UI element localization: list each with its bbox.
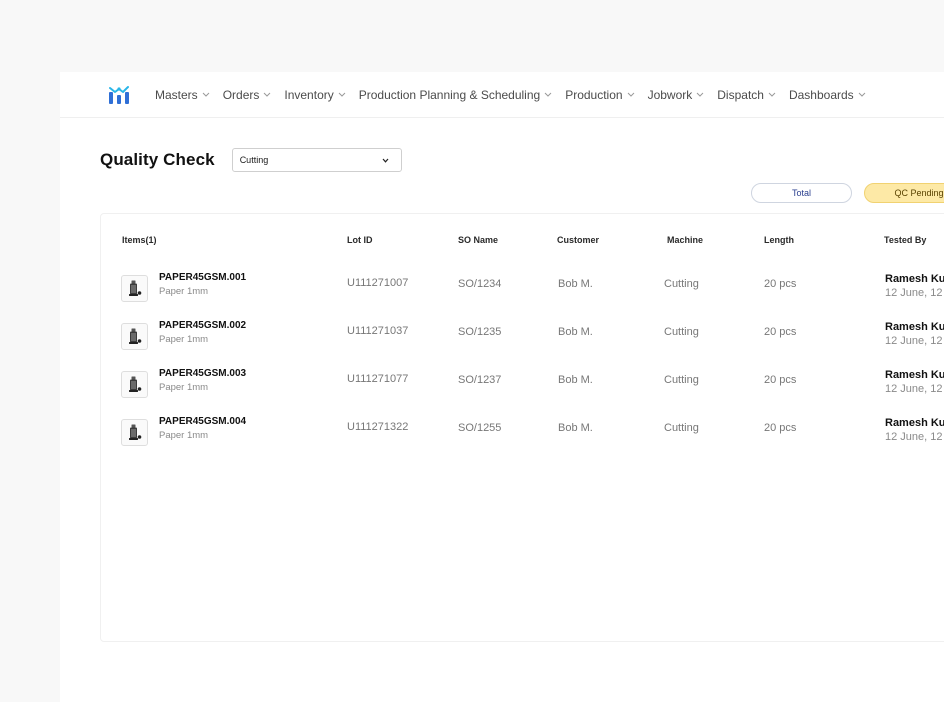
tested-by-date: 12 June, 12	[885, 383, 943, 395]
item-description: Paper 1mm	[159, 430, 209, 441]
item-description: Paper 1mm	[159, 334, 209, 345]
item-code[interactable]: PAPER45GSM.003	[159, 368, 246, 379]
chevron-down-icon	[202, 92, 210, 97]
item-code[interactable]: PAPER45GSM.002	[159, 320, 246, 331]
chevron-down-icon	[338, 92, 346, 97]
tested-by-name: Ramesh Ku	[885, 321, 944, 333]
col-header-machine[interactable]: Machine	[667, 235, 703, 245]
chevron-down-icon	[544, 92, 552, 97]
nav-dispatch[interactable]: Dispatch	[717, 88, 776, 102]
nav-production-label: Production	[565, 87, 623, 102]
machine-cell: Cutting	[664, 326, 699, 338]
nav-dashboards-label: Dashboards	[788, 87, 854, 102]
so-name-cell: SO/1235	[458, 326, 502, 338]
chevron-down-icon	[696, 92, 704, 97]
item-description: Paper 1mm	[159, 382, 209, 393]
nav-dashboards[interactable]: Dashboards	[789, 88, 866, 102]
so-name-cell: SO/1237	[458, 374, 502, 386]
tested-by-date: 12 June, 12	[885, 335, 943, 347]
nav-dispatch-label: Dispatch	[717, 87, 764, 102]
tested-by-name: Ramesh Ku	[885, 273, 944, 285]
tested-by-date: 12 June, 12	[885, 431, 943, 443]
nav-masters[interactable]: Masters	[155, 88, 210, 102]
col-header-length[interactable]: Length	[764, 235, 794, 245]
page-title: Quality Check	[100, 150, 215, 169]
col-header-lot-id[interactable]: Lot ID	[347, 235, 373, 245]
brand-logo-icon[interactable]	[108, 84, 130, 106]
col-header-so-name[interactable]: SO Name	[458, 235, 498, 245]
lot-id-cell: U111271077	[347, 373, 409, 385]
bobbin-icon	[121, 419, 148, 446]
customer-cell: Bob M.	[558, 422, 593, 434]
length-cell: 20 pcs	[764, 374, 797, 386]
chevron-down-icon	[627, 92, 635, 97]
lot-id-cell: U111271322	[347, 421, 409, 433]
chevron-down-icon	[858, 92, 866, 97]
filter-qc-pending-label: QC Pending	[894, 188, 944, 198]
customer-cell: Bob M.	[558, 374, 593, 386]
so-name-cell: SO/1255	[458, 422, 502, 434]
chevron-down-icon	[263, 92, 271, 97]
nav-orders[interactable]: Orders	[223, 88, 272, 102]
nav-orders-label: Orders	[222, 87, 260, 102]
qc-table: Items(1) Lot ID SO Name Customer Machine…	[100, 213, 944, 642]
bobbin-icon	[121, 371, 148, 398]
filter-total-button[interactable]: Total	[751, 183, 852, 203]
chevron-down-icon	[768, 92, 776, 97]
table-row[interactable]: PAPER45GSM.002 Paper 1mm U111271037 SO/1…	[101, 319, 944, 359]
item-code[interactable]: PAPER45GSM.004	[159, 416, 246, 427]
stage-select-value: Cutting	[239, 155, 269, 165]
lot-id-cell: U111271007	[347, 277, 409, 289]
filter-total-label: Total	[791, 188, 811, 198]
table-row[interactable]: PAPER45GSM.003 Paper 1mm U111271077 SO/1…	[101, 367, 944, 407]
tested-by-name: Ramesh Ku	[885, 369, 944, 381]
length-cell: 20 pcs	[764, 326, 797, 338]
stage-select[interactable]: Cutting	[231, 148, 402, 172]
nav-production[interactable]: Production	[565, 88, 634, 102]
nav-masters-label: Masters	[155, 87, 198, 102]
nav-production-planning-label: Production Planning & Scheduling	[358, 87, 541, 102]
length-cell: 20 pcs	[764, 278, 797, 290]
customer-cell: Bob M.	[558, 326, 593, 338]
item-code[interactable]: PAPER45GSM.001	[159, 272, 246, 283]
bobbin-icon	[121, 323, 148, 350]
app-window: Masters Orders Inventory Production Plan…	[60, 72, 944, 702]
lot-id-cell: U111271037	[347, 325, 409, 337]
tested-by-name: Ramesh Ku	[885, 417, 944, 429]
machine-cell: Cutting	[664, 374, 699, 386]
nav-jobwork-label: Jobwork	[647, 87, 693, 102]
machine-cell: Cutting	[664, 422, 699, 434]
filter-qc-pending-button[interactable]: QC Pending	[864, 183, 944, 203]
col-header-tested-by[interactable]: Tested By	[884, 235, 926, 245]
table-row[interactable]: PAPER45GSM.004 Paper 1mm U111271322 SO/1…	[101, 415, 944, 455]
customer-cell: Bob M.	[558, 278, 593, 290]
so-name-cell: SO/1234	[458, 278, 502, 290]
page-header: Quality Check Cutting	[100, 148, 402, 172]
nav-inventory[interactable]: Inventory	[284, 87, 346, 102]
length-cell: 20 pcs	[764, 422, 797, 434]
nav-jobwork[interactable]: Jobwork	[648, 88, 705, 102]
col-header-customer[interactable]: Customer	[557, 235, 599, 245]
bobbin-icon	[121, 275, 148, 302]
top-navbar: Masters Orders Inventory Production Plan…	[60, 72, 944, 118]
col-header-items[interactable]: Items(1)	[122, 235, 157, 245]
table-row[interactable]: PAPER45GSM.001 Paper 1mm U111271007 SO/1…	[101, 271, 944, 311]
tested-by-date: 12 June, 12	[885, 287, 943, 299]
chevron-down-icon	[382, 155, 389, 165]
nav-production-planning[interactable]: Production Planning & Scheduling	[359, 88, 552, 102]
nav-inventory-label: Inventory	[284, 87, 334, 102]
machine-cell: Cutting	[664, 278, 699, 290]
item-description: Paper 1mm	[159, 286, 209, 297]
